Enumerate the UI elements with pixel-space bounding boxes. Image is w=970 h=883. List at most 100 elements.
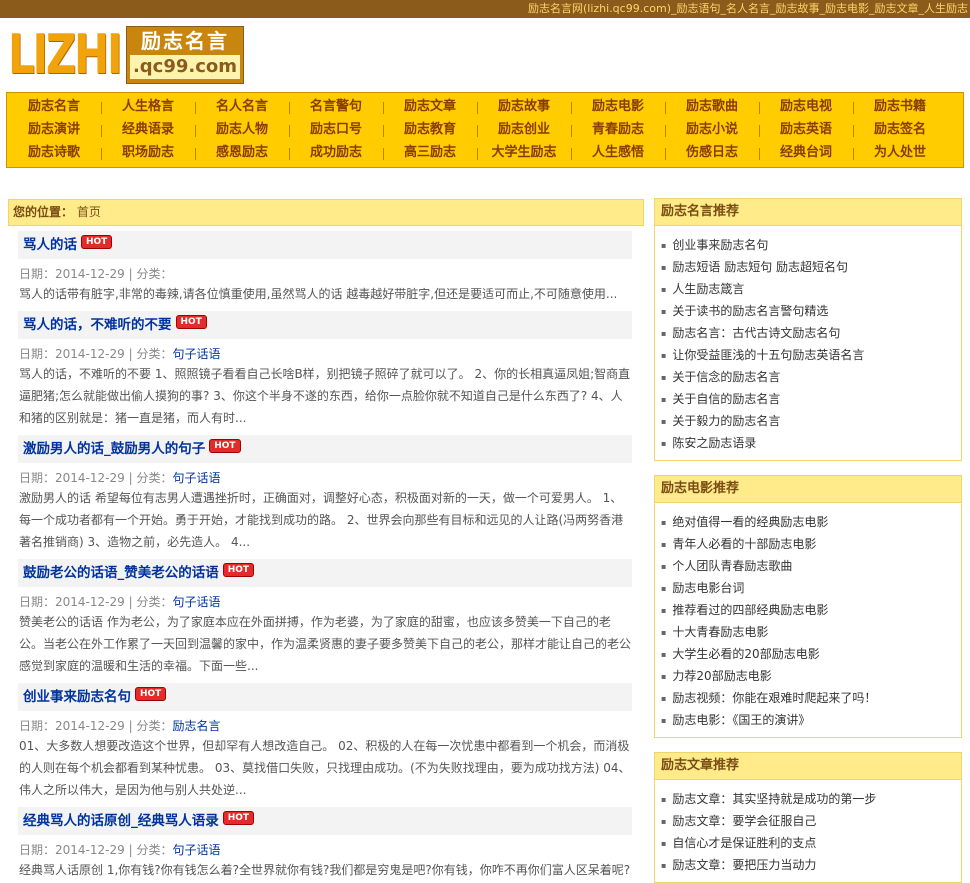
nav-link[interactable]: 高三励志 bbox=[383, 142, 477, 164]
article-title-link[interactable]: 创业事来励志名句 bbox=[23, 689, 131, 705]
sidebar-link[interactable]: 陈安之励志语录 bbox=[661, 432, 961, 454]
nav-separator bbox=[477, 125, 478, 137]
site-logo[interactable]: LIZHI 励志名言 .qc99.com bbox=[8, 26, 244, 84]
meta-separator: | bbox=[128, 843, 133, 857]
sidebar-link[interactable]: 励志文章：要学会征服自己 bbox=[661, 810, 961, 832]
nav-link[interactable]: 励志故事 bbox=[477, 96, 571, 118]
article-meta: 日期：2014-12-29 | 分类：励志名言 bbox=[18, 717, 632, 735]
sidebar-box: 励志电影推荐绝对值得一看的经典励志电影青年人必看的十部励志电影个人团队青春励志歌… bbox=[654, 475, 962, 738]
sidebar-link[interactable]: 力荐20部励志电影 bbox=[661, 665, 961, 687]
sidebar-link[interactable]: 创业事来励志名句 bbox=[661, 234, 961, 256]
nav-separator bbox=[289, 148, 290, 160]
article-title-link[interactable]: 经典骂人的话原创_经典骂人语录 bbox=[23, 813, 219, 829]
nav-link[interactable]: 励志演讲 bbox=[7, 119, 101, 141]
nav-link[interactable]: 励志电视 bbox=[759, 96, 853, 118]
nav-link[interactable]: 励志教育 bbox=[383, 119, 477, 141]
nav-link[interactable]: 励志电影 bbox=[571, 96, 665, 118]
nav-link[interactable]: 职场励志 bbox=[101, 142, 195, 164]
article-category-link[interactable]: 句子话语 bbox=[172, 347, 220, 361]
nav-separator bbox=[665, 102, 666, 114]
sidebar-link[interactable]: 十大青春励志电影 bbox=[661, 621, 961, 643]
nav-row: 励志名言 人生格言 名人名言 名言警句 励志文章 励志故事 励志电影 励志歌曲 励志电视 励志书籍 bbox=[7, 96, 963, 118]
hot-badge: HOT bbox=[135, 687, 167, 701]
sidebar-link[interactable]: 励志文章：要把压力当动力 bbox=[661, 854, 961, 876]
nav-link[interactable]: 励志诗歌 bbox=[7, 142, 101, 164]
nav-separator bbox=[477, 102, 478, 114]
article-title-link[interactable]: 激励男人的话_鼓励男人的句子 bbox=[23, 441, 205, 457]
sidebar-link[interactable]: 励志电影：《国王的演讲》 bbox=[661, 709, 961, 731]
sidebar-link[interactable]: 青年人必看的十部励志电影 bbox=[661, 533, 961, 555]
sidebar-box: 励志文章推荐励志文章：其实坚持就是成功的第一步励志文章：要学会征服自己自信心才是… bbox=[654, 752, 962, 883]
nav-separator bbox=[571, 148, 572, 160]
nav-link[interactable]: 励志文章 bbox=[383, 96, 477, 118]
sidebar-link[interactable]: 关于自信的励志名言 bbox=[661, 388, 961, 410]
nav-row: 励志演讲 经典语录 励志人物 励志口号 励志教育 励志创业 青春励志 励志小说 励志英语 励志签名 bbox=[7, 119, 963, 141]
sidebar-link[interactable]: 励志名言：古代古诗文励志名句 bbox=[661, 322, 961, 344]
article-category-link[interactable]: 句子话语 bbox=[172, 471, 220, 485]
sidebar-box: 励志名言推荐创业事来励志名句励志短语 励志短句 励志超短名句人生励志箴言关于读书… bbox=[654, 198, 962, 461]
nav-separator bbox=[101, 148, 102, 160]
article-item: 鼓励老公的话语_赞美老公的话语 HOT 日期：2014-12-29 | 分类：句子话… bbox=[18, 559, 632, 677]
nav-link[interactable]: 励志小说 bbox=[665, 119, 759, 141]
sidebar-box-title: 励志名言推荐 bbox=[655, 199, 961, 226]
sidebar-list: 励志文章：其实坚持就是成功的第一步励志文章：要学会征服自己自信心才是保证胜利的支… bbox=[655, 780, 961, 882]
nav-separator bbox=[853, 148, 854, 160]
nav-link[interactable]: 伤感日志 bbox=[665, 142, 759, 164]
sidebar-link[interactable]: 励志文章：其实坚持就是成功的第一步 bbox=[661, 788, 961, 810]
article-title-link[interactable]: 鼓励老公的话语_赞美老公的话语 bbox=[23, 565, 219, 581]
nav-link[interactable]: 为人处世 bbox=[853, 142, 947, 164]
hot-badge: HOT bbox=[209, 439, 241, 453]
breadcrumb-home-link[interactable]: 首页 bbox=[77, 205, 101, 219]
nav-link[interactable]: 经典语录 bbox=[101, 119, 195, 141]
sidebar-link[interactable]: 绝对值得一看的经典励志电影 bbox=[661, 511, 961, 533]
article-title-link[interactable]: 骂人的话 bbox=[23, 237, 77, 253]
article-item: 骂人的话 HOT 日期：2014-12-29 | 分类： 骂人的话带有脏字,非常的毒辣… bbox=[18, 231, 632, 305]
nav-link[interactable]: 人生格言 bbox=[101, 96, 195, 118]
nav-link[interactable]: 人生感悟 bbox=[571, 142, 665, 164]
article-category-link[interactable]: 句子话语 bbox=[172, 843, 220, 857]
nav-link[interactable]: 励志创业 bbox=[477, 119, 571, 141]
sidebar-link[interactable]: 人生励志箴言 bbox=[661, 278, 961, 300]
sidebar-link[interactable]: 励志电影台词 bbox=[661, 577, 961, 599]
hot-badge: HOT bbox=[222, 563, 255, 577]
nav-link[interactable]: 励志名言 bbox=[7, 96, 101, 118]
nav-link[interactable]: 青春励志 bbox=[571, 119, 665, 141]
nav-link[interactable]: 励志英语 bbox=[759, 119, 853, 141]
article-category-link[interactable]: 句子话语 bbox=[172, 595, 220, 609]
meta-separator: | bbox=[128, 719, 133, 733]
nav-link[interactable]: 经典台词 bbox=[759, 142, 853, 164]
article-title-bar: 骂人的话，不难听的不要 HOT bbox=[18, 311, 632, 339]
nav-link[interactable]: 成功励志 bbox=[289, 142, 383, 164]
article-date: 日期：2014-12-29 bbox=[19, 843, 125, 857]
nav-link[interactable]: 励志书籍 bbox=[853, 96, 947, 118]
nav-separator bbox=[665, 148, 666, 160]
sidebar-link[interactable]: 大学生必看的20部励志电影 bbox=[661, 643, 961, 665]
article-category-label: 分类： bbox=[136, 471, 173, 485]
nav-link[interactable]: 励志歌曲 bbox=[665, 96, 759, 118]
article-title-bar: 鼓励老公的话语_赞美老公的话语 HOT bbox=[18, 559, 632, 587]
sidebar-link[interactable]: 励志视频：你能在艰难时爬起来了吗！ bbox=[661, 687, 961, 709]
sidebar-link[interactable]: 个人团队青春励志歌曲 bbox=[661, 555, 961, 577]
sidebar-link[interactable]: 关于毅力的励志名言 bbox=[661, 410, 961, 432]
sidebar-link[interactable]: 励志短语 励志短句 励志超短名句 bbox=[661, 256, 961, 278]
nav-link[interactable]: 名人名言 bbox=[195, 96, 289, 118]
article-category-link[interactable]: 励志名言 bbox=[172, 719, 220, 733]
sidebar-link[interactable]: 自信心才是保证胜利的支点 bbox=[661, 832, 961, 854]
sidebar-link[interactable]: 让你受益匪浅的十五句励志英语名言 bbox=[661, 344, 961, 366]
sidebar-link[interactable]: 推荐看过的四部经典励志电影 bbox=[661, 599, 961, 621]
article-date: 日期：2014-12-29 bbox=[19, 267, 125, 281]
article-date: 日期：2014-12-29 bbox=[19, 719, 125, 733]
nav-link[interactable]: 励志签名 bbox=[853, 119, 947, 141]
nav-link[interactable]: 励志口号 bbox=[289, 119, 383, 141]
article-item: 激励男人的话_鼓励男人的句子 HOT 日期：2014-12-29 | 分类：句子话语… bbox=[18, 435, 632, 553]
sidebar-link[interactable]: 关于信念的励志名言 bbox=[661, 366, 961, 388]
nav-link[interactable]: 励志人物 bbox=[195, 119, 289, 141]
nav-link[interactable]: 感恩励志 bbox=[195, 142, 289, 164]
logo-title: 励志名言 bbox=[141, 29, 229, 53]
nav-link[interactable]: 名言警句 bbox=[289, 96, 383, 118]
sidebar-link[interactable]: 关于读书的励志名言警句精选 bbox=[661, 300, 961, 322]
article-title-bar: 激励男人的话_鼓励男人的句子 HOT bbox=[18, 435, 632, 463]
meta-separator: | bbox=[128, 595, 133, 609]
nav-link[interactable]: 大学生励志 bbox=[477, 142, 571, 164]
article-title-link[interactable]: 骂人的话，不难听的不要 bbox=[23, 317, 172, 333]
